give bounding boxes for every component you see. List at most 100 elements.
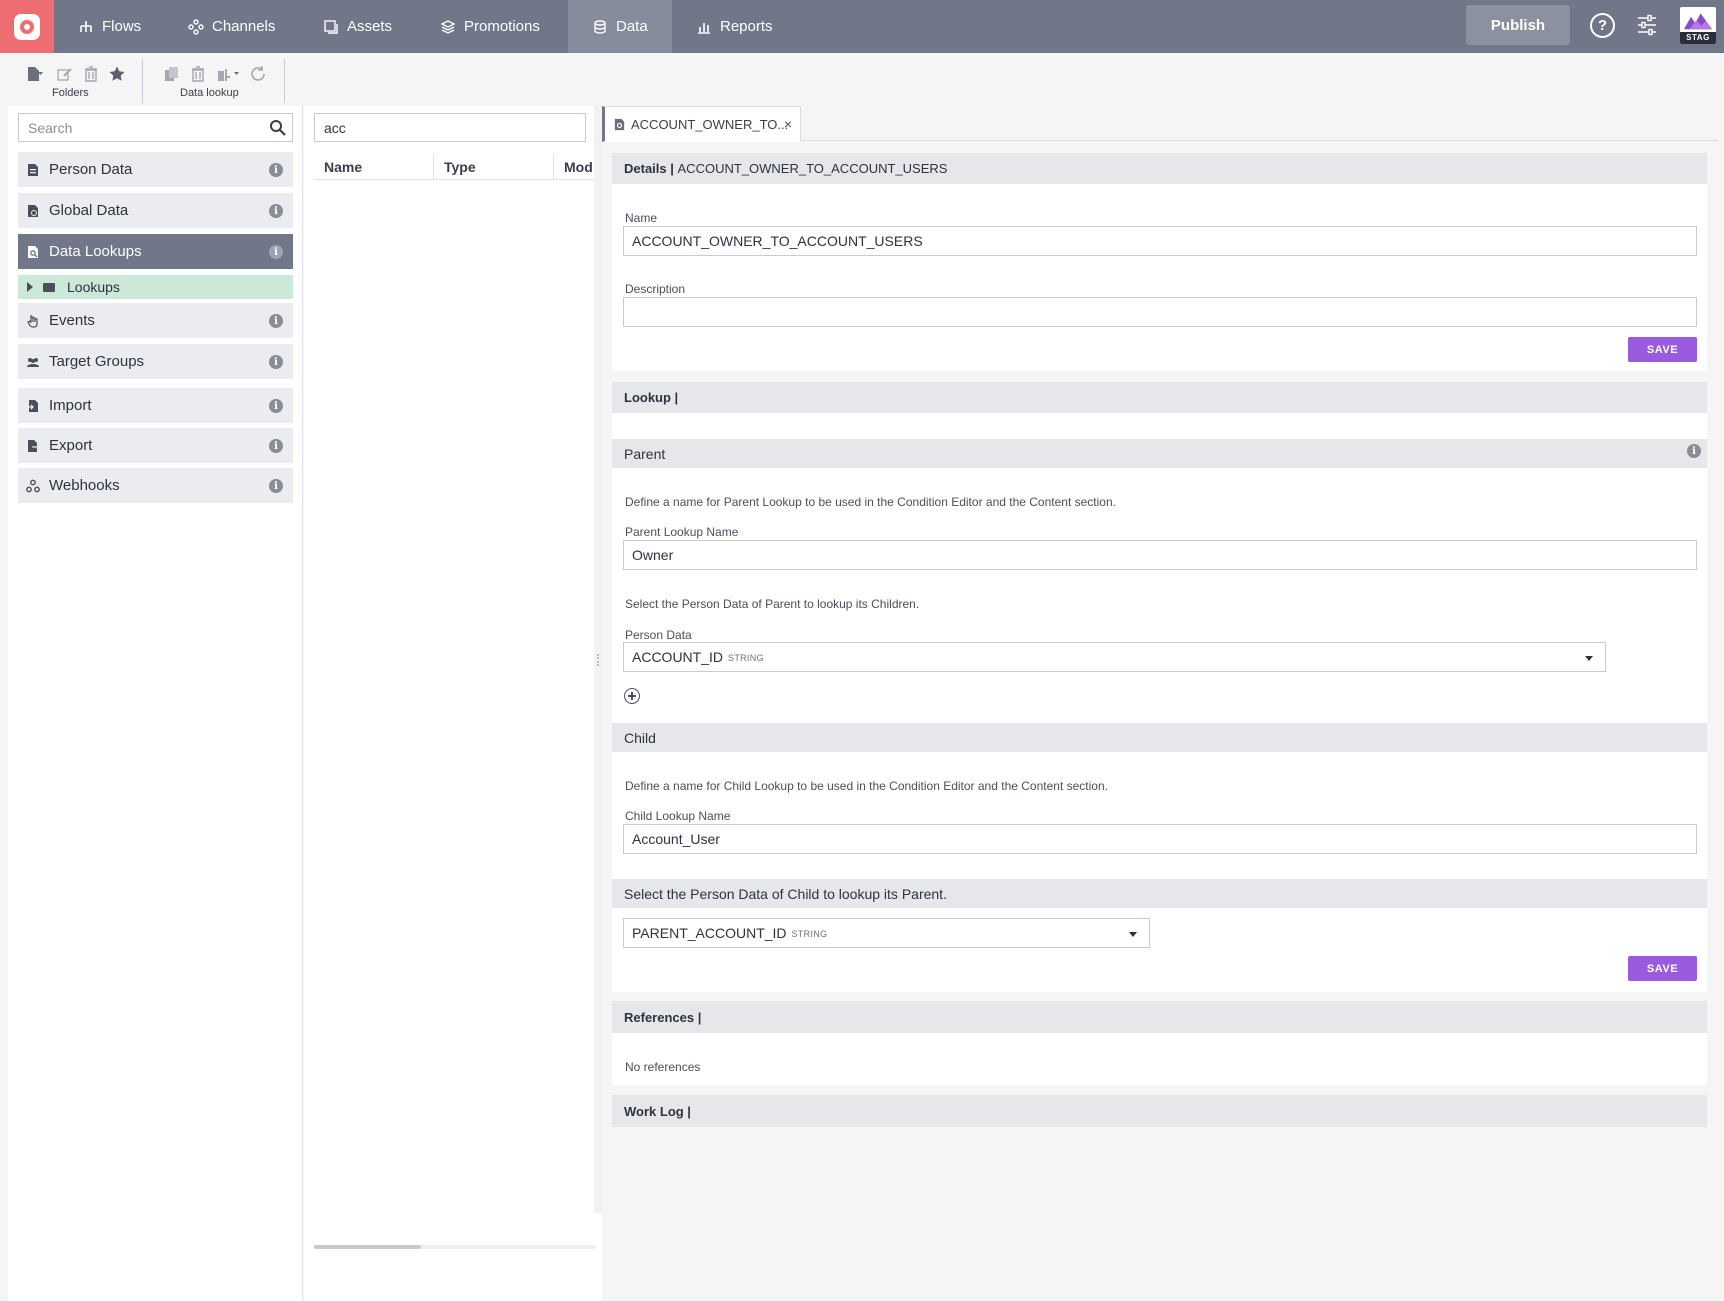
child-person-header: Select the Person Data of Child to looku… <box>612 879 1707 908</box>
add-circle-icon[interactable] <box>624 688 640 704</box>
search-icon[interactable] <box>269 119 286 136</box>
person-data-icon <box>28 163 38 176</box>
info-icon[interactable]: i <box>269 204 283 218</box>
close-icon[interactable]: × <box>784 116 792 132</box>
details-save-button[interactable]: SAVE <box>1628 337 1697 362</box>
help-icon[interactable]: ? <box>1590 13 1615 38</box>
column-modified[interactable]: Mod <box>554 154 596 179</box>
list-pane: Name Type Mod <box>304 106 602 1301</box>
sidebar-item-global-data[interactable]: Global Data i <box>18 193 293 228</box>
select-value: ACCOUNT_ID <box>632 649 724 665</box>
tab-account-owner-to-account-users[interactable]: ACCOUNT_OWNER_TO... × <box>602 106 801 142</box>
pane-splitter[interactable] <box>594 106 602 1213</box>
top-nav: Flows Channels Assets Promotions Data Re… <box>0 0 1724 53</box>
info-icon[interactable]: i <box>269 245 283 259</box>
parent-header: Parent <box>612 439 1707 468</box>
parent-lookup-name-input[interactable] <box>623 540 1697 570</box>
sidebar-item-label: Global Data <box>49 202 129 219</box>
info-icon[interactable]: i <box>269 314 283 328</box>
parent-person-hint: Select the Person Data of Parent to look… <box>625 597 920 611</box>
refresh-icon[interactable] <box>249 65 267 83</box>
nav-reports[interactable]: Reports <box>682 0 787 53</box>
environment-badge[interactable]: STAG <box>1680 7 1716 44</box>
flows-icon <box>80 20 92 32</box>
expand-caret-icon[interactable] <box>27 282 33 292</box>
sidebar-item-target-groups[interactable]: Target Groups i <box>18 344 293 379</box>
lookup-save-button[interactable]: SAVE <box>1628 956 1697 981</box>
nav-promotions[interactable]: Promotions <box>426 0 554 53</box>
nav-data[interactable]: Data <box>568 0 672 53</box>
folder-icon <box>43 282 55 292</box>
column-type[interactable]: Type <box>434 154 554 179</box>
nav-channels[interactable]: Channels <box>174 0 289 53</box>
sidebar-item-import[interactable]: Import i <box>18 388 293 423</box>
tab-title: ACCOUNT_OWNER_TO... <box>631 116 789 132</box>
info-icon[interactable]: i <box>1687 444 1701 458</box>
logo-icon <box>14 13 40 40</box>
publish-button[interactable]: Publish <box>1466 5 1570 45</box>
name-input[interactable] <box>623 226 1697 256</box>
nav-assets[interactable]: Assets <box>309 0 406 53</box>
child-lookup-name-label: Child Lookup Name <box>625 809 731 823</box>
sidebar-item-webhooks[interactable]: Webhooks i <box>18 468 293 503</box>
parent-hint: Define a name for Parent Lookup to be us… <box>625 495 1116 509</box>
chevron-down-icon <box>1585 656 1593 661</box>
parent-person-data-select[interactable]: ACCOUNT_ID STRING <box>623 642 1606 672</box>
lookup-tool-icon[interactable] <box>215 65 241 83</box>
details-header-label: Details | <box>624 161 674 176</box>
worklog-header-label: Work Log | <box>624 1103 691 1119</box>
nav-data-label: Data <box>616 18 648 35</box>
edit-icon[interactable] <box>56 65 74 83</box>
info-icon[interactable]: i <box>269 399 283 413</box>
sidebar-item-events[interactable]: Events i <box>18 303 293 338</box>
nav-flows-label: Flows <box>102 18 142 35</box>
nav-flows[interactable]: Flows <box>64 0 155 53</box>
sidebar-search-input[interactable] <box>19 114 259 141</box>
details-header-name: ACCOUNT_OWNER_TO_ACCOUNT_USERS <box>677 161 948 176</box>
list-header: Name Type Mod <box>314 154 596 180</box>
new-document-icon[interactable] <box>22 65 48 83</box>
horizontal-scrollbar[interactable] <box>314 1245 596 1249</box>
child-person-data-select[interactable]: PARENT_ACCOUNT_ID STRING <box>623 918 1150 948</box>
sidebar-item-export[interactable]: Export i <box>18 428 293 463</box>
star-icon[interactable] <box>108 65 126 83</box>
delete-icon[interactable] <box>189 65 207 83</box>
reports-icon <box>698 22 710 34</box>
data-icon <box>594 19 606 34</box>
toolbar: Folders Data lookup <box>0 53 1724 106</box>
toolbar-divider <box>284 59 285 103</box>
promotions-icon <box>440 19 456 34</box>
info-icon[interactable]: i <box>269 479 283 493</box>
list-search-input[interactable] <box>314 113 586 142</box>
import-icon <box>27 399 38 412</box>
splitter-handle-icon <box>597 654 599 666</box>
nav-promotions-label: Promotions <box>464 18 540 35</box>
sidebar-item-person-data[interactable]: Person Data i <box>18 152 293 187</box>
environment-label: STAG <box>1680 32 1716 44</box>
sidebar-item-data-lookups[interactable]: Data Lookups i <box>18 234 293 269</box>
references-header-label: References | <box>624 1009 702 1025</box>
nav-reports-label: Reports <box>720 18 773 35</box>
folder-lookups[interactable]: Lookups <box>18 275 293 299</box>
child-person-header-label: Select the Person Data of Child to looku… <box>624 885 947 902</box>
channels-icon <box>188 18 204 35</box>
info-icon[interactable]: i <box>269 439 283 453</box>
details-panel <box>612 184 1707 371</box>
select-type: STRING <box>728 653 764 663</box>
info-icon[interactable]: i <box>269 355 283 369</box>
app-logo[interactable] <box>0 0 54 53</box>
trash-icon[interactable] <box>82 65 100 83</box>
description-input[interactable] <box>623 297 1697 327</box>
sidebar-item-label: Import <box>49 397 92 414</box>
info-icon[interactable]: i <box>269 163 283 177</box>
select-type: STRING <box>791 929 828 939</box>
sidebar-item-label: Events <box>49 312 95 329</box>
scrollbar-thumb[interactable] <box>314 1245 421 1249</box>
select-value: PARENT_ACCOUNT_ID <box>632 925 787 941</box>
webhooks-icon <box>26 479 40 492</box>
settings-sliders-icon[interactable] <box>1636 13 1658 37</box>
child-lookup-name-input[interactable] <box>623 824 1697 854</box>
copy-icon[interactable] <box>163 65 181 83</box>
column-name[interactable]: Name <box>314 154 434 179</box>
target-groups-icon <box>27 357 39 367</box>
